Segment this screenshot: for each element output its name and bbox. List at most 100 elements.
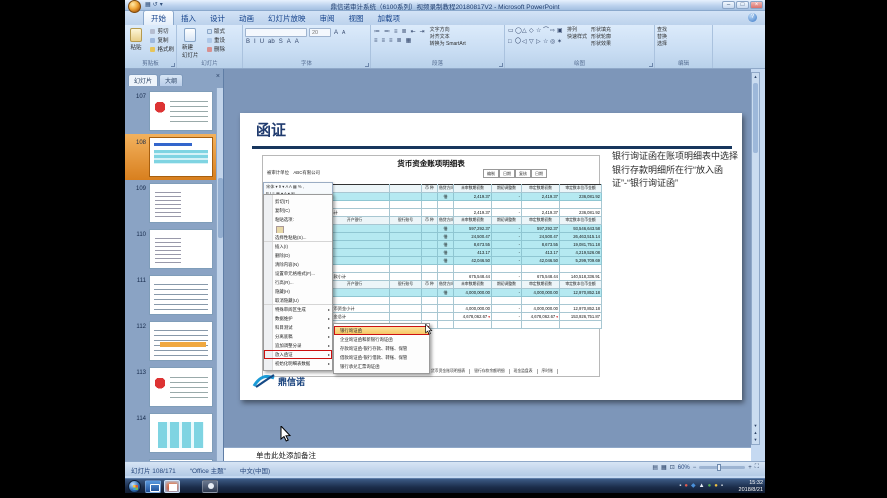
pane-tab-outline[interactable]: 大纲 — [159, 74, 184, 86]
tray-icon[interactable]: ▪ — [721, 481, 723, 492]
shape-icon[interactable]: ▣ — [556, 27, 563, 38]
slide-thumbnail[interactable]: 110 — [125, 226, 217, 272]
pane-scrollbar[interactable] — [216, 88, 223, 461]
context-menu-item[interactable]: 特殊审阅区生成 ▸ — [264, 305, 332, 314]
slideshow-icon[interactable]: ⊡ — [670, 464, 675, 471]
text-direction-button[interactable]: 文字方向 — [430, 27, 466, 34]
shrink-font-icon[interactable]: A — [341, 29, 346, 37]
context-menu-item[interactable]: 插入(I) — [264, 242, 332, 251]
tab-view[interactable]: 视图 — [342, 11, 371, 25]
zoom-in-icon[interactable]: + — [748, 465, 752, 471]
font-style-icon[interactable]: B — [245, 38, 251, 46]
shape-fill-button[interactable]: 形状填充 — [591, 27, 611, 34]
taskbar-clock[interactable]: 15:32 2018/8/21 — [739, 480, 763, 493]
slide-canvas[interactable]: 函证 银行询证函在账项明细表中选择银行存款明细所在行“放入函证”-“银行询证函”… — [240, 113, 742, 400]
notes-pane[interactable]: 单击此处添加备注 — [224, 447, 751, 461]
shape-icon[interactable]: ◯ — [514, 27, 522, 38]
replace-button[interactable]: 替换 — [657, 34, 710, 41]
dialog-launcher-icon[interactable] — [171, 63, 175, 67]
tab-home[interactable]: 开始 — [143, 10, 174, 25]
shape-icon[interactable]: △ — [521, 27, 528, 38]
context-menu-item[interactable]: 设置单元格格式(F)... — [264, 269, 332, 278]
shape-icon[interactable]: ⌒ — [542, 27, 549, 38]
slide-thumbnail[interactable]: 107 — [125, 88, 217, 134]
dialog-launcher-icon[interactable] — [365, 63, 369, 67]
scroll-up-icon[interactable]: ▲ — [752, 73, 759, 80]
shape-icon[interactable]: □ — [507, 38, 514, 49]
submenu-item[interactable]: 借款询证函-银行借款、转账、保管 — [334, 353, 429, 362]
taskbar-app-recorder[interactable] — [202, 480, 218, 493]
shape-icon[interactable]: ▭ — [507, 27, 514, 38]
context-menu-item[interactable]: 隐藏(H) — [264, 287, 332, 296]
font-style-icon[interactable]: A — [286, 38, 292, 46]
sheet-tab[interactable]: 货币资金账项明细表 — [431, 369, 471, 374]
font-style-icon[interactable]: I — [253, 38, 257, 46]
paragraph-icon[interactable]: ≔ — [373, 28, 381, 36]
context-menu-item[interactable]: 剪切(T) — [264, 197, 332, 206]
paragraph-icon[interactable]: ≣ — [401, 28, 408, 36]
quick-styles-button[interactable]: 快速样式 — [567, 34, 587, 41]
alignment-icon[interactable]: ▦ — [405, 37, 413, 45]
context-menu-item[interactable]: 复制(C) — [264, 206, 332, 215]
paragraph-icon[interactable]: ⇤ — [410, 28, 417, 36]
close-button[interactable]: × — [750, 1, 763, 9]
slide-thumbnail[interactable]: 109 — [125, 180, 217, 226]
delete-slide-button[interactable]: 删除 — [206, 45, 225, 53]
minimize-button[interactable]: – — [722, 1, 735, 9]
context-menu-item[interactable]: 清除内容(N) — [264, 260, 332, 269]
tab-review[interactable]: 审阅 — [313, 11, 342, 25]
context-menu-item[interactable]: 分离底稿 ▸ — [264, 332, 332, 341]
alignment-icon[interactable]: ≡ — [381, 37, 387, 45]
shape-icon[interactable]: ◇ — [528, 27, 535, 38]
context-menu-item[interactable]: 选择性粘贴(S)... — [264, 233, 332, 242]
shape-icon[interactable]: ▷ — [535, 38, 542, 49]
context-menu-item[interactable]: 取消隐藏(U) — [264, 296, 332, 305]
copy-button[interactable]: 复制 — [150, 36, 174, 44]
font-name-combo[interactable] — [245, 28, 307, 37]
tray-icon[interactable]: ● — [708, 481, 712, 492]
new-slide-button[interactable]: 新建 幻灯片 — [179, 27, 202, 60]
normal-view-icon[interactable]: ▤ — [652, 464, 658, 471]
start-button[interactable] — [128, 480, 141, 493]
dialog-launcher-icon[interactable] — [649, 63, 653, 67]
find-button[interactable]: 查找 — [657, 27, 710, 34]
grow-font-icon[interactable]: A — [333, 29, 339, 37]
context-menu-item[interactable]: 放入函证 ▸ — [264, 350, 332, 359]
previous-slide-icon[interactable]: ▲ — [752, 429, 759, 436]
next-slide-icon[interactable]: ▼ — [752, 436, 759, 443]
font-style-icon[interactable]: A — [294, 38, 300, 46]
shape-icon[interactable]: ☆ — [542, 38, 549, 49]
shape-icon[interactable]: 〇 — [514, 38, 521, 49]
context-menu-item[interactable]: 数据维护 ▸ — [264, 314, 332, 323]
slide-thumbnail[interactable]: 112 — [125, 318, 217, 364]
scroll-down-icon[interactable]: ▼ — [752, 422, 759, 429]
shape-icon[interactable]: ◎ — [549, 38, 556, 49]
slide-thumbnail[interactable]: 114 — [125, 410, 217, 456]
context-menu-item[interactable]: 追加调整分录 ▸ — [264, 341, 332, 350]
slide-thumbnail[interactable]: 113 — [125, 364, 217, 410]
alignment-icon[interactable]: ≣ — [396, 37, 403, 45]
tray-icon[interactable]: ▲ — [699, 481, 705, 492]
dialog-launcher-icon[interactable] — [499, 63, 503, 67]
shape-outline-button[interactable]: 形状轮廓 — [591, 34, 611, 41]
format-painter-button[interactable]: 格式刷 — [150, 45, 174, 53]
zoom-slider-handle[interactable] — [717, 464, 722, 471]
zoom-out-icon[interactable]: − — [693, 465, 697, 471]
restore-button[interactable]: □ — [736, 1, 749, 9]
slide-sorter-icon[interactable]: ▦ — [661, 464, 667, 471]
slide-thumbnail[interactable]: 111 — [125, 272, 217, 318]
shape-icon[interactable]: ⇨ — [549, 27, 556, 38]
shape-icon[interactable]: ☆ — [535, 27, 542, 38]
select-button[interactable]: 选择 — [657, 41, 710, 48]
tab-animations[interactable]: 动画 — [232, 11, 261, 25]
tray-icon[interactable]: ● — [714, 481, 718, 492]
fit-to-window-icon[interactable]: ⛶ — [755, 464, 759, 471]
alignment-icon[interactable]: ≡ — [373, 37, 379, 45]
tab-addins[interactable]: 加载项 — [371, 11, 408, 25]
zoom-level[interactable]: 60% — [678, 465, 690, 471]
slide-thumbnail[interactable]: 108 — [125, 134, 217, 180]
paragraph-icon[interactable]: ≕ — [383, 28, 391, 36]
font-style-icon[interactable]: S — [278, 38, 284, 46]
align-text-button[interactable]: 对齐文本 — [430, 34, 466, 41]
submenu-item[interactable]: 存款询证函-银行存款、转账、保管 — [334, 344, 429, 353]
